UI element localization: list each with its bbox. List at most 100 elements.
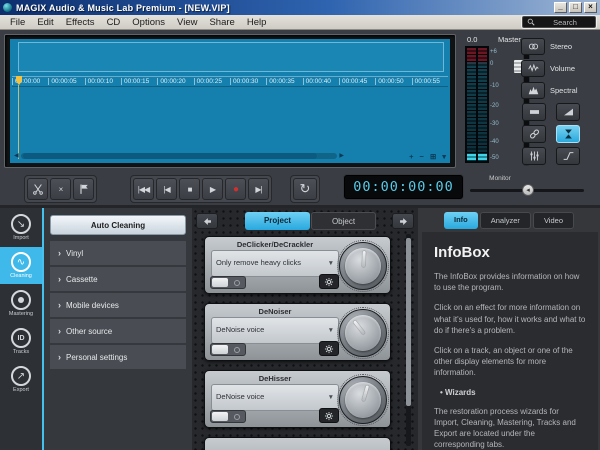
playhead-line xyxy=(18,85,19,159)
monitor-slider[interactable]: ◂ xyxy=(470,189,584,192)
search-input[interactable]: Search xyxy=(522,16,596,28)
tab-video[interactable]: Video xyxy=(533,212,574,229)
skip-to-start-button[interactable]: |◀◀ xyxy=(133,178,154,200)
lower-area: ↘ Import ∿ Cleaning Mastering ID Tracks … xyxy=(0,205,600,450)
master-label: Master xyxy=(498,35,521,44)
sidebar-item-tracks[interactable]: ID Tracks xyxy=(0,323,42,360)
export-icon: ↗ xyxy=(11,366,31,386)
sidebar-item-mastering[interactable]: Mastering xyxy=(0,285,42,322)
mixer-icon xyxy=(528,150,541,162)
intensity-knob[interactable] xyxy=(339,376,387,424)
menu-item-help[interactable]: Help xyxy=(241,17,273,28)
minimize-button[interactable]: _ xyxy=(554,2,567,13)
source-item-other-source[interactable]: › Other source xyxy=(50,319,186,343)
scrollbar-track[interactable] xyxy=(21,153,338,159)
timeline-scrollbar[interactable]: ◀ ▶ xyxy=(14,152,344,160)
preset-dropdown[interactable]: Only remove heavy clicks ▼ xyxy=(211,250,339,277)
timeline-area[interactable]: 00:00:00 00:00:05 00:00:10 00:00:15 00:0… xyxy=(10,39,450,163)
source-item-mobile-devices[interactable]: › Mobile devices xyxy=(50,293,186,317)
menu-item-options[interactable]: Options xyxy=(126,17,171,28)
sidebar-item-cleaning[interactable]: ∿ Cleaning xyxy=(0,247,42,284)
bypass-toggle[interactable] xyxy=(210,343,246,356)
zoom-fit-button[interactable]: ⊞ xyxy=(430,152,436,161)
loop-button[interactable]: ↻ xyxy=(293,178,317,200)
mastering-icon xyxy=(11,290,31,310)
preset-dropdown[interactable]: DeNoise voice ▼ xyxy=(211,384,339,411)
module-settings-button[interactable] xyxy=(319,408,339,423)
scrollbar-thumb[interactable] xyxy=(23,153,318,159)
link-channels-button[interactable] xyxy=(522,125,546,143)
menu-item-file[interactable]: File xyxy=(4,17,31,28)
sidebar-item-import[interactable]: ↘ Import xyxy=(0,209,42,246)
sidebar-item-export[interactable]: ↗ Export xyxy=(0,361,42,398)
rack-next-button[interactable] xyxy=(392,213,414,229)
module-title: DeHisser xyxy=(211,374,339,383)
effects-rack: Project Object DeClicker/DeCrackler Only… xyxy=(192,208,418,450)
spectral-view-button[interactable] xyxy=(521,82,545,99)
module-settings-button[interactable] xyxy=(319,274,339,289)
zoom-controls: + − ⊞ ▾ xyxy=(409,152,446,161)
infobox-panel: Info Analyzer Video InfoBox The InfoBox … xyxy=(418,208,600,450)
zoom-out-button[interactable]: − xyxy=(420,152,424,161)
mixer-button[interactable] xyxy=(522,147,546,165)
rack-scrollbar[interactable] xyxy=(406,234,411,446)
source-item-vinyl[interactable]: › Vinyl xyxy=(50,241,186,265)
play-button[interactable]: ▶ xyxy=(202,178,223,200)
infobox-paragraph: Click on an effect for more information … xyxy=(434,302,586,336)
track-header[interactable] xyxy=(18,42,444,72)
cut-button[interactable] xyxy=(27,178,48,200)
volume-view-button[interactable] xyxy=(521,60,545,77)
rack-scrollbar-thumb[interactable] xyxy=(406,238,411,406)
waveform-icon xyxy=(527,63,540,74)
stereo-view-button[interactable] xyxy=(521,38,545,55)
infobox-paragraph: Click on a track, an object or one of th… xyxy=(434,345,586,379)
ramp-mode-button[interactable] xyxy=(556,103,580,121)
menu-item-view[interactable]: View xyxy=(171,17,203,28)
source-item-personal-settings[interactable]: › Personal settings xyxy=(50,345,186,369)
previous-button[interactable]: |◀ xyxy=(156,178,177,200)
import-icon: ↘ xyxy=(11,214,31,234)
monitor-label: Monitor xyxy=(468,175,532,182)
marker-button[interactable] xyxy=(73,178,94,200)
tab-info[interactable]: Info xyxy=(444,212,478,229)
module-settings-button[interactable] xyxy=(319,341,339,356)
volume-label: Volume xyxy=(550,64,575,73)
scroll-right-icon[interactable]: ▶ xyxy=(339,152,344,160)
zoom-in-button[interactable]: + xyxy=(409,152,413,161)
gear-icon xyxy=(324,344,334,354)
zoom-menu-button[interactable]: ▾ xyxy=(442,152,446,161)
intensity-knob[interactable] xyxy=(339,242,387,290)
menu-item-edit[interactable]: Edit xyxy=(31,17,59,28)
time-display: 00:00:00:00 xyxy=(344,175,463,199)
spectrum-icon xyxy=(527,85,540,96)
wizards-heading: • Wizards xyxy=(434,388,586,397)
tab-analyzer[interactable]: Analyzer xyxy=(480,212,531,229)
preset-dropdown[interactable]: DeNoise voice ▼ xyxy=(211,317,339,344)
tab-project[interactable]: Project xyxy=(245,212,310,230)
delete-button[interactable]: × xyxy=(50,178,71,200)
monitor-slider-handle[interactable]: ◂ xyxy=(522,184,534,196)
stop-button[interactable]: ■ xyxy=(179,178,200,200)
menu-item-share[interactable]: Share xyxy=(203,17,240,28)
menu-item-cd[interactable]: CD xyxy=(101,17,127,28)
source-item-cassette[interactable]: › Cassette xyxy=(50,267,186,291)
bar-mode-button[interactable] xyxy=(522,103,546,121)
tab-object[interactable]: Object xyxy=(311,212,376,230)
peak-hold-button[interactable] xyxy=(556,125,580,143)
main-area: 00:00:00 00:00:05 00:00:10 00:00:15 00:0… xyxy=(0,30,600,205)
bypass-toggle[interactable] xyxy=(210,276,246,289)
auto-cleaning-button[interactable]: Auto Cleaning xyxy=(50,215,186,235)
record-button[interactable]: ● xyxy=(225,178,246,200)
bypass-toggle[interactable] xyxy=(210,410,246,423)
curve-button[interactable] xyxy=(556,147,580,165)
titlebar[interactable]: MAGIX Audio & Music Lab Premium - [NEW.V… xyxy=(0,0,600,15)
rack-prev-button[interactable] xyxy=(196,213,218,229)
skip-to-end-button[interactable]: ▶| xyxy=(248,178,269,200)
close-button[interactable]: × xyxy=(584,2,597,13)
intensity-knob[interactable] xyxy=(339,309,387,357)
ruler-tick: 00:00:55 xyxy=(412,78,448,85)
scroll-left-icon[interactable]: ◀ xyxy=(14,152,19,160)
time-ruler[interactable]: 00:00:00 00:00:05 00:00:10 00:00:15 00:0… xyxy=(12,76,448,87)
menu-item-effects[interactable]: Effects xyxy=(60,17,101,28)
maximize-button[interactable]: □ xyxy=(569,2,582,13)
